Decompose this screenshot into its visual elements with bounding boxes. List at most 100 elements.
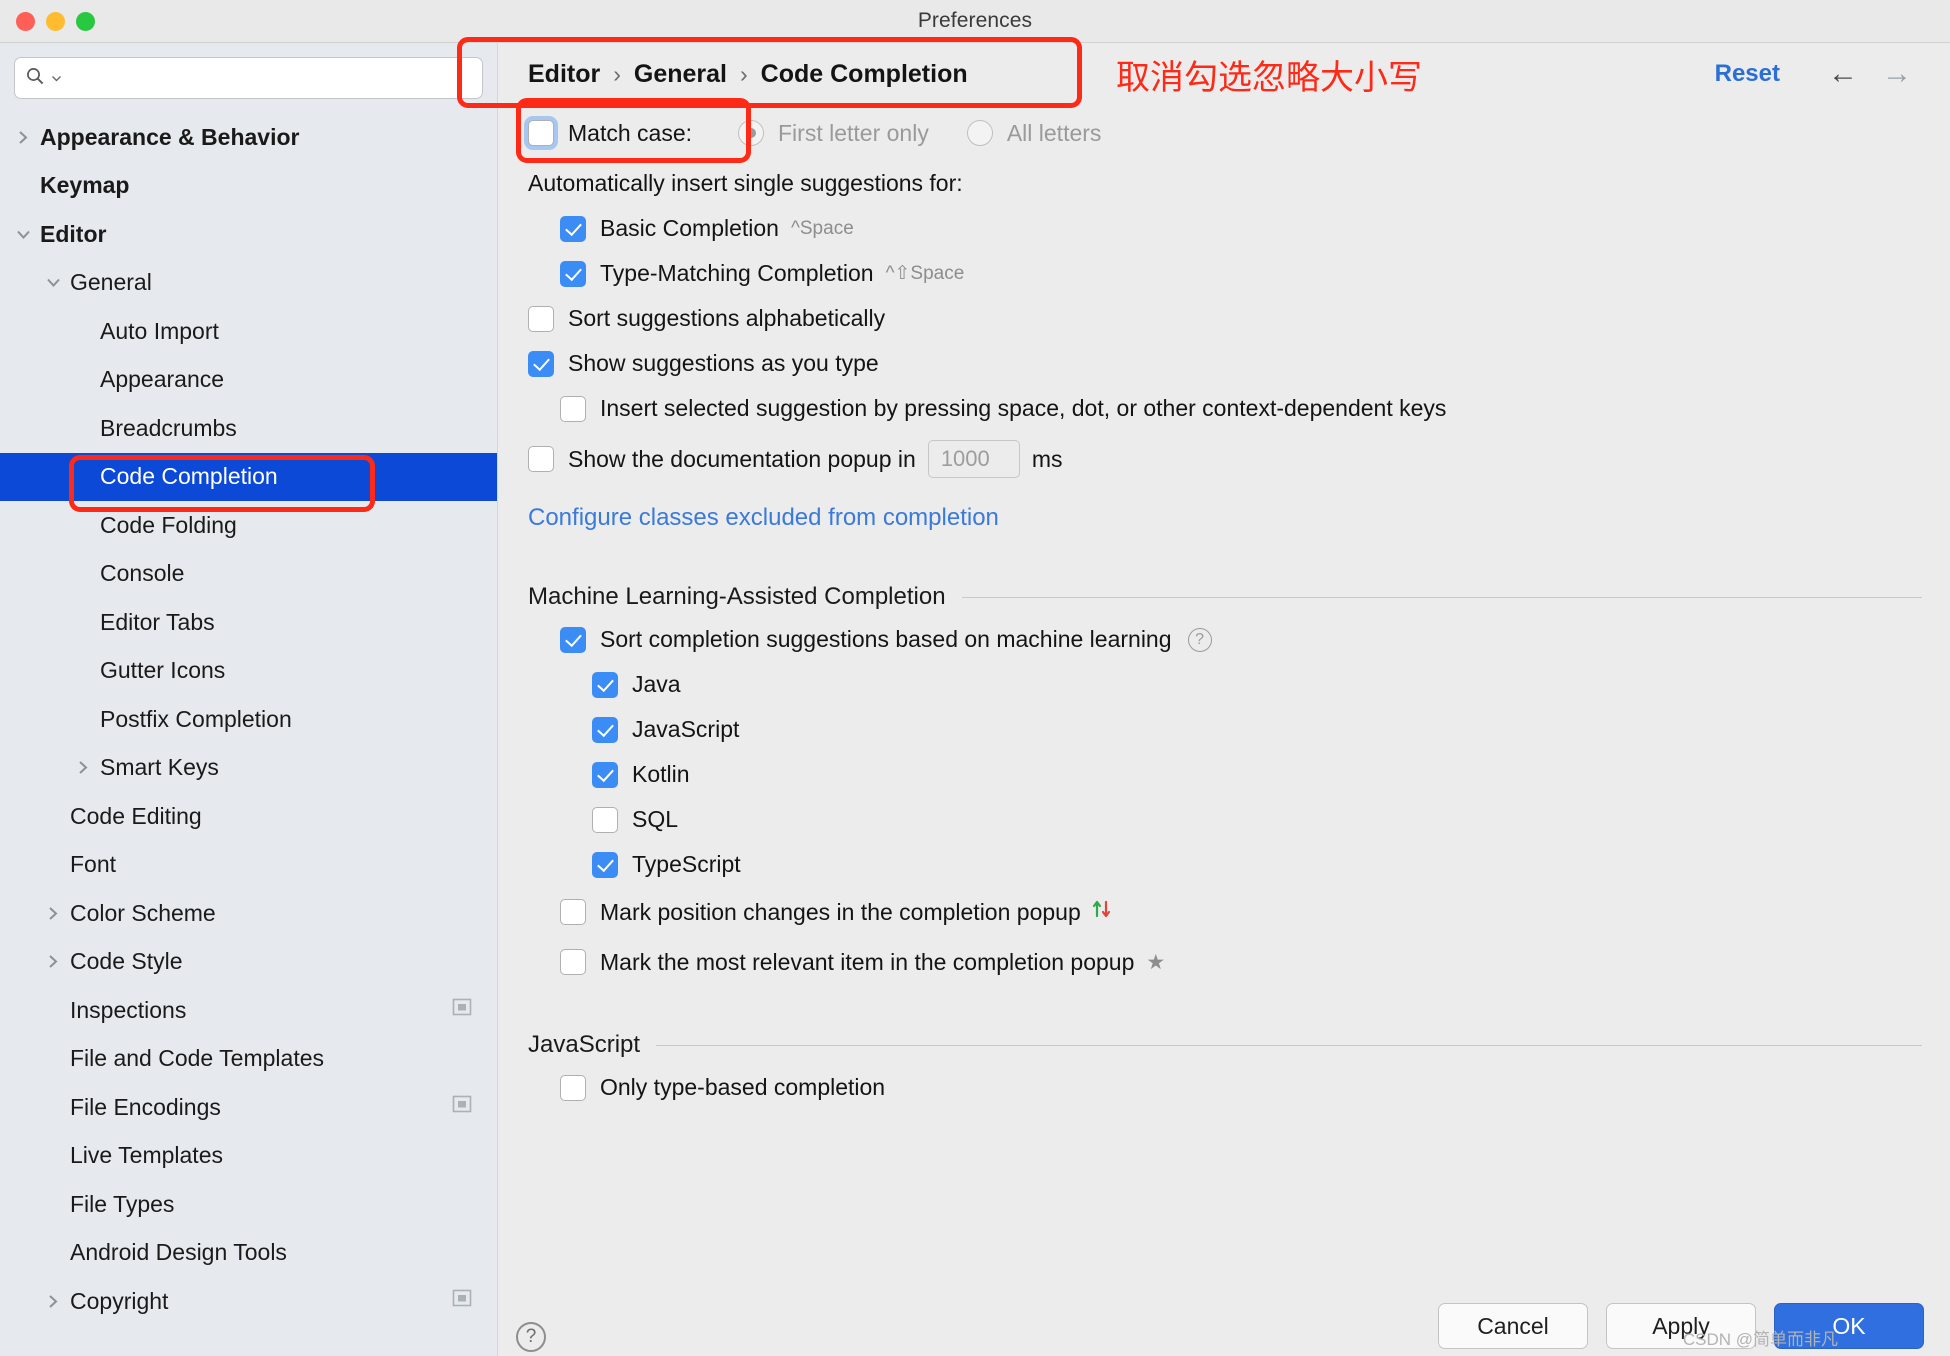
insert-by-pressing-checkbox[interactable] <box>560 395 586 422</box>
sidebar-item-postfix-completion[interactable]: Postfix Completion <box>0 695 497 744</box>
mark-position-checkbox[interactable] <box>560 899 586 925</box>
sidebar-item-keymap[interactable]: Keymap <box>0 162 497 211</box>
ml-lang-sql-checkbox[interactable] <box>592 806 618 833</box>
chevron-right-icon[interactable] <box>40 1293 66 1310</box>
sidebar-item-label: Color Scheme <box>70 899 216 926</box>
insert-by-pressing-label: Insert selected suggestion by pressing s… <box>600 395 1447 421</box>
sidebar-item-code-style[interactable]: Code Style <box>0 938 497 987</box>
ml-lang-kotlin-checkbox[interactable] <box>592 761 618 788</box>
sidebar-item-android-design-tools[interactable]: Android Design Tools <box>0 1229 497 1278</box>
configure-excluded-classes-link[interactable]: Configure classes excluded from completi… <box>528 504 999 532</box>
watermark: CSDN @简单而非凡 <box>1682 1330 1838 1349</box>
type-matching-completion-checkbox[interactable] <box>560 260 586 287</box>
sidebar-item-code-folding[interactable]: Code Folding <box>0 501 497 550</box>
basic-completion-checkbox[interactable] <box>560 215 586 242</box>
sidebar-item-label: Code Folding <box>100 511 237 538</box>
configure-link-row: Configure classes excluded from completi… <box>528 487 1922 549</box>
match-case-checkbox[interactable] <box>528 120 554 146</box>
sidebar-item-label: Keymap <box>40 172 130 199</box>
doc-popup-delay-input[interactable]: 1000 <box>927 440 1020 478</box>
first-letter-only-radio[interactable] <box>738 120 764 146</box>
sidebar-item-editor-tabs[interactable]: Editor Tabs <box>0 598 497 647</box>
reset-button[interactable]: Reset <box>1715 60 1780 88</box>
sort-ml-help-icon[interactable]: ? <box>1187 627 1212 652</box>
ml-lang-javascript-label: JavaScript <box>632 716 740 742</box>
ml-lang-kotlin-label: Kotlin <box>632 761 690 787</box>
sidebar-item-file-types[interactable]: File Types <box>0 1180 497 1229</box>
only-type-based-row: Only type-based completion <box>528 1065 1922 1110</box>
all-letters-radio[interactable] <box>966 120 993 146</box>
settings-main-pane: Editor › General › Code Completion Reset… <box>498 43 1950 1356</box>
sidebar-item-label: Auto Import <box>100 317 219 344</box>
sidebar-item-inspections[interactable]: Inspections <box>0 986 497 1035</box>
breadcrumb-general[interactable]: General <box>634 60 727 89</box>
chevron-right-icon[interactable] <box>40 953 66 970</box>
ml-lang-sql-row: SQL <box>528 797 1922 842</box>
sidebar-item-appearance[interactable]: Appearance <box>0 356 497 405</box>
sort-alphabetically-row: Sort suggestions alphabetically <box>528 296 1922 341</box>
chevron-right-icon[interactable] <box>40 905 66 922</box>
doc-popup-checkbox[interactable] <box>528 446 554 472</box>
help-icon[interactable]: ? <box>516 1322 546 1352</box>
search-input[interactable] <box>68 66 472 90</box>
breadcrumb-code-completion: Code Completion <box>760 59 968 88</box>
sidebar-item-label: Editor <box>40 220 107 247</box>
sidebar-item-label: Inspections <box>70 996 187 1023</box>
project-scope-icon <box>451 1093 473 1121</box>
sidebar-item-copyright[interactable]: Copyright <box>0 1277 497 1326</box>
sidebar-item-label: Appearance & Behavior <box>40 123 300 150</box>
ml-lang-java-checkbox[interactable] <box>592 671 618 698</box>
chevron-right-icon[interactable] <box>70 759 96 776</box>
window-body: Appearance & Behavior Keymap Editor General… <box>0 43 1950 1356</box>
sort-ml-checkbox[interactable] <box>560 626 586 653</box>
sidebar-item-font[interactable]: Font <box>0 841 497 890</box>
chevron-right-icon[interactable] <box>10 129 36 146</box>
doc-popup-label: Show the documentation popup in <box>568 445 916 472</box>
mark-relevant-checkbox[interactable] <box>560 949 586 975</box>
sidebar-item-breadcrumbs[interactable]: Breadcrumbs <box>0 404 497 453</box>
sort-alphabetically-checkbox[interactable] <box>528 305 554 332</box>
all-letters-label: All letters <box>1006 119 1102 146</box>
sidebar-item-appearance-behavior[interactable]: Appearance & Behavior <box>0 113 497 162</box>
ml-lang-sql-label: SQL <box>632 806 679 832</box>
sidebar-item-label: Live Templates <box>70 1142 223 1169</box>
sidebar-item-smart-keys[interactable]: Smart Keys <box>0 744 497 793</box>
sidebar-item-live-templates[interactable]: Live Templates <box>0 1132 497 1181</box>
sidebar-item-general[interactable]: General <box>0 259 497 308</box>
match-case-label: Match case: <box>568 119 692 146</box>
search-chevron-icon <box>52 69 61 87</box>
breadcrumb-editor[interactable]: Editor <box>528 60 600 89</box>
only-type-based-checkbox[interactable] <box>560 1074 586 1101</box>
chevron-down-icon[interactable] <box>40 276 66 289</box>
sidebar-item-label: Gutter Icons <box>100 657 226 684</box>
type-matching-completion-label: Type-Matching Completion <box>600 260 874 286</box>
ml-section-divider <box>961 596 1922 598</box>
ml-lang-java-label: Java <box>632 671 681 697</box>
sidebar-item-color-scheme[interactable]: Color Scheme <box>0 889 497 938</box>
sidebar-item-file-encodings[interactable]: File Encodings <box>0 1083 497 1132</box>
sidebar-item-label: General <box>70 269 152 296</box>
sidebar-item-auto-import[interactable]: Auto Import <box>0 307 497 356</box>
sidebar-item-gutter-icons[interactable]: Gutter Icons <box>0 647 497 696</box>
back-arrow-icon[interactable]: ← <box>1816 59 1870 89</box>
show-as-you-type-checkbox[interactable] <box>528 350 554 377</box>
sidebar-item-console[interactable]: Console <box>0 550 497 599</box>
ml-lang-typescript-label: TypeScript <box>632 851 741 877</box>
annotation-note-text: 取消勾选忽略大小写 <box>1116 58 1422 98</box>
doc-popup-unit-label: ms <box>1031 445 1063 472</box>
doc-popup-row: Show the documentation popup in 1000 ms <box>528 431 1922 487</box>
ml-lang-typescript-checkbox[interactable] <box>592 851 618 878</box>
sort-ml-label: Sort completion suggestions based on mac… <box>600 626 1172 652</box>
settings-content: Match case: First letter only All letter… <box>498 105 1950 1296</box>
forward-arrow-icon[interactable]: → <box>1870 59 1924 89</box>
type-matching-completion-shortcut: ^⇧Space <box>885 263 965 284</box>
sidebar-item-file-and-code-templates[interactable]: File and Code Templates <box>0 1035 497 1084</box>
chevron-down-icon[interactable] <box>10 228 36 241</box>
ml-lang-javascript-checkbox[interactable] <box>592 716 618 743</box>
sidebar-item-code-completion[interactable]: Code Completion <box>0 452 497 501</box>
search-box[interactable] <box>14 57 483 99</box>
sidebar-item-editor[interactable]: Editor <box>0 210 497 259</box>
sidebar-item-code-editing[interactable]: Code Editing <box>0 792 497 841</box>
cancel-button[interactable]: Cancel <box>1438 1303 1588 1349</box>
search-area <box>0 43 497 109</box>
